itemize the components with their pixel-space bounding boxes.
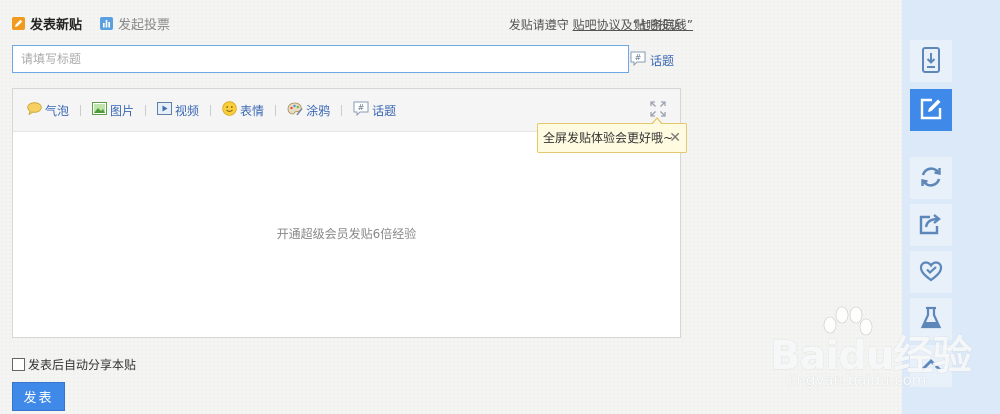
pencil-icon [12,16,25,30]
topic-label: 话题 [650,53,675,68]
toolbar-divider [275,104,277,116]
hashtag-icon: # [630,51,646,69]
rules-prefix: 发贴请遵守 [508,18,573,32]
edit-icon [920,98,942,123]
paw-icon [823,306,873,336]
svg-text:#: # [358,103,365,112]
toolbar-emoji-label: 表情 [240,103,265,118]
rail-post-button[interactable] [910,89,952,131]
rail-top-button[interactable] [910,345,952,387]
svg-text:#: # [635,53,642,62]
auto-share-checkbox[interactable] [12,358,25,371]
image-icon [92,102,108,118]
toolbar-image[interactable]: 图片 [92,102,134,119]
rail-lab-button[interactable] [910,298,952,340]
toolbar-divider [341,104,343,116]
toolbar-emoji[interactable]: 表情 [222,101,264,119]
tooltip-text: 全屏发贴体验会更好哦~ [543,131,674,145]
toolbar-topic[interactable]: # 话题 [353,101,396,119]
toolbar-doodle[interactable]: 涂鸦 [287,102,330,119]
favorite-icon [919,260,943,285]
toolbar-bubble[interactable]: 气泡 [27,102,69,119]
title-input[interactable] [12,45,629,73]
toolbar-image-label: 图片 [110,103,135,118]
topic-button[interactable]: # 话题 [630,51,674,69]
hashtag-icon: # [353,101,369,119]
post-editor-page: 发表新贴 发起投票 发贴请遵守 贴吧协议及“七条底线” 贴吧投诉 # [0,0,1000,414]
video-icon [157,102,173,118]
toolbar-divider [145,104,147,116]
auto-share-row: 发表后自动分享本贴 [12,356,136,373]
fullscreen-tooltip: 全屏发贴体验会更好哦~ ✕ [537,117,687,153]
post-type-tabs: 发表新贴 发起投票 [12,14,188,33]
tab-vote[interactable]: 发起投票 [100,14,170,33]
auto-share-label: 发表后自动分享本贴 [28,358,137,372]
side-rail [902,0,1000,414]
speech-bubble-icon [27,102,42,118]
tab-new-post-label: 发表新贴 [30,17,83,33]
close-icon[interactable]: ✕ [669,124,681,152]
rail-share-button[interactable] [910,204,952,246]
toolbar-doodle-label: 涂鸦 [306,103,331,118]
palette-icon [287,102,303,119]
back-to-top-icon [919,357,943,376]
rail-mobile-button[interactable] [910,40,952,82]
toolbar-topic-label: 话题 [372,103,397,118]
toolbar-divider [80,104,82,116]
editor-placeholder: 开通超级会员发贴6倍经验 [276,227,417,241]
lab-icon [920,306,942,333]
toolbar-video[interactable]: 视频 [157,102,199,119]
rail-refresh-button[interactable] [910,157,952,199]
editor-content-area[interactable]: 开通超级会员发贴6倍经验 [13,132,680,337]
submit-button[interactable]: 发表 [12,382,65,411]
bar-chart-icon [100,16,114,30]
mobile-download-icon [921,46,941,76]
tab-vote-label: 发起投票 [118,17,171,33]
refresh-icon [919,165,943,192]
complain-link[interactable]: 贴吧投诉 [634,16,682,33]
share-icon [919,213,943,238]
toolbar-bubble-label: 气泡 [45,103,70,118]
tooltip-arrow-fill [652,119,662,125]
tab-new-post[interactable]: 发表新贴 [12,14,82,33]
rail-favorite-button[interactable] [910,251,952,293]
toolbar-video-label: 视频 [175,103,200,118]
toolbar-divider [210,104,212,116]
smiley-icon [222,101,237,119]
